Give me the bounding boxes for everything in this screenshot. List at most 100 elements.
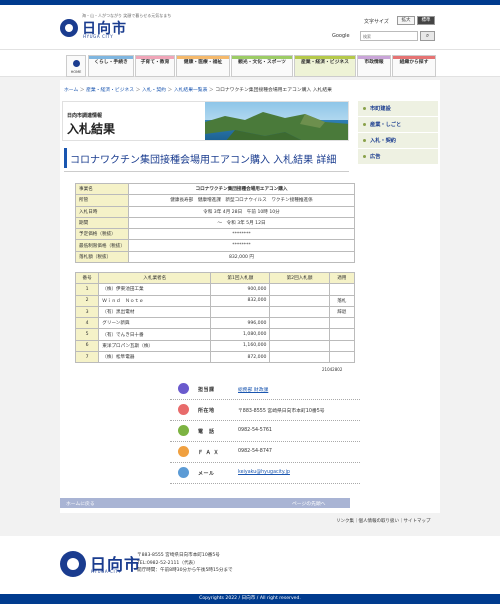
- table-cell-key: 落札額（税抜）: [75, 250, 129, 264]
- sidebar-item-kokoku[interactable]: 広告: [358, 149, 438, 165]
- title-accent-bar: [64, 148, 67, 168]
- breadcrumb-link[interactable]: 入札・契約: [142, 88, 166, 93]
- table-cell-key: 所管: [75, 194, 129, 207]
- font-size-standard-button[interactable]: 標準: [417, 16, 435, 25]
- nav-item-label: 組織から探す: [399, 60, 429, 65]
- sidebar-item-kensetsu[interactable]: 市町建設: [358, 101, 438, 117]
- nav-item-soshiki[interactable]: 組織から探す: [392, 55, 436, 77]
- page-banner: 日向市調達情報 入札結果: [62, 101, 349, 141]
- footer-info: 〒883-8555 宮崎県日向市本町10番5号 TEL:0982-52-2111…: [137, 552, 233, 575]
- column-header: 番号: [74, 271, 100, 285]
- search-button[interactable]: ⌕: [420, 31, 435, 41]
- sidebar-item-sangyo[interactable]: 産業・しごと: [358, 117, 438, 133]
- nav-home-label: HOME: [70, 70, 82, 74]
- bid-round2: [269, 317, 330, 330]
- nav-item-label: 子育て・教育: [140, 60, 170, 65]
- column-header: 第2回入札額: [269, 271, 330, 285]
- footer-tel: TEL:0982-52-2111（代表）: [137, 560, 198, 566]
- page-nav-bar: ホームに戻る ページの先頭へ: [60, 498, 350, 508]
- table-cell-key: 入札日時: [75, 205, 129, 218]
- bid-note: [328, 351, 356, 364]
- table-row: 7 （株）松隼電器 872,000: [74, 351, 356, 364]
- bid-round1: 1,080,000: [210, 328, 271, 341]
- nav-item-kosodate[interactable]: 子育て・教育: [135, 55, 175, 77]
- table-cell-key: 期間: [75, 216, 129, 230]
- nav-item-label: 観光・文化・スポーツ: [238, 60, 286, 65]
- table-cell-value: コロナワクチン集団接種会場用エアコン購入: [127, 182, 356, 196]
- nav-item-kanko[interactable]: 観光・文化・スポーツ: [231, 55, 293, 77]
- bid-round1: 832,000: [210, 294, 271, 307]
- home-icon: [73, 60, 80, 67]
- bid-round1: [210, 305, 271, 319]
- breadcrumb-link[interactable]: 産業・経済・ビジネス: [86, 88, 134, 93]
- main-content: ホーム ＞ 産業・経済・ビジネス ＞ 入札・契約 ＞ 入札結果一覧表 ＞ コロナ…: [60, 80, 440, 513]
- font-size-big-button[interactable]: 拡大: [397, 16, 415, 25]
- nav-item-label: 健康・医療・福祉: [183, 60, 223, 65]
- sidebar-item-nyusatsu[interactable]: 入札・契約: [358, 133, 438, 149]
- search-input[interactable]: [360, 31, 418, 41]
- summary-table: 事業名 コロナワクチン集団接種会場用エアコン購入 所管 健康長寿部 健康増進課 新型…: [75, 182, 356, 264]
- bid-number: 7: [74, 351, 100, 364]
- bid-round1: 996,000: [210, 317, 271, 330]
- footer-address: 〒883-8555 宮崎県日向市本町10番5号: [137, 553, 220, 558]
- bidder-name: グリーン新興: [98, 317, 212, 330]
- nav-color-bar: [136, 56, 174, 59]
- nav-item-label: くらし・手続き: [94, 60, 128, 65]
- table-cell-key: 予定価格（税抜）: [75, 228, 129, 241]
- nav-item-shisei[interactable]: 市政情報: [357, 55, 391, 77]
- nav-home[interactable]: HOME: [66, 55, 86, 77]
- site-header: 海・山・人がつながり 笑顔で暮らせる元気なまち 日向市 HYUGA CITY 文…: [0, 5, 500, 49]
- coastline-photo: [205, 102, 348, 140]
- bidder-name: 東洋プロパン瓦斯（株）: [98, 339, 212, 353]
- city-logo-icon[interactable]: [60, 19, 78, 37]
- global-nav: HOME くらし・手続き 子育て・教育 健康・医療・福祉 観光・文化・スポーツ …: [0, 49, 500, 77]
- bidder-name: Ｗｉｎｄ Ｎｏｔｅ: [98, 294, 212, 307]
- contact-row-email: メール keiyaku@hyugacity.jp: [170, 463, 360, 484]
- bid-note: 辞退: [328, 305, 356, 319]
- bid-note: 落札: [328, 294, 356, 307]
- table-row: 落札額（税抜） 832,000 円: [75, 250, 356, 264]
- contact-value: 〒883-8555 宮崎県日向市本町10番5号: [238, 409, 325, 414]
- person-icon: [178, 383, 189, 394]
- phone-icon: [178, 425, 189, 436]
- bid-number: 1: [74, 283, 100, 296]
- table-row: 4 グリーン新興 996,000: [74, 317, 356, 330]
- contact-label: Ｆ Ａ Ｘ: [198, 450, 219, 456]
- fax-icon: [178, 446, 189, 457]
- nav-color-bar: [177, 56, 229, 59]
- contact-label: メール: [198, 471, 215, 477]
- back-to-home-link[interactable]: ホームに戻る: [66, 500, 95, 507]
- nav-color-bar: [393, 56, 435, 59]
- breadcrumb-link[interactable]: ホーム: [64, 88, 78, 93]
- breadcrumb-separator: ＞: [165, 88, 174, 93]
- footer-logo-icon: [60, 551, 86, 577]
- table-cell-value: 令和 3年 4月 28日 午前 10時 10分: [127, 205, 356, 218]
- table-header-row: 番号 入札業者名 第1回入札額 第2回入札額 適用: [74, 271, 356, 285]
- contact-label: 電 話: [198, 429, 215, 435]
- table-row: 事業名 コロナワクチン集団接種会場用エアコン購入: [75, 182, 356, 196]
- breadcrumb-link[interactable]: 入札結果一覧表: [174, 88, 208, 93]
- nav-item-kurashi[interactable]: くらし・手続き: [88, 55, 134, 77]
- bid-round2: [269, 328, 330, 341]
- bid-round2: [269, 283, 330, 296]
- contact-row-department: 担当課 総務部 財政課: [170, 379, 360, 400]
- bid-number: 4: [74, 317, 100, 330]
- bid-results-table: 番号 入札業者名 第1回入札額 第2回入札額 適用 1 （株）伊東池田工業 900,…: [74, 271, 356, 364]
- site-logo-en: HYUGA CITY: [83, 34, 114, 39]
- nav-item-sangyo[interactable]: 産業・経済・ビジネス: [294, 55, 356, 77]
- department-link[interactable]: 総務部 財政課: [238, 386, 268, 393]
- back-to-top-link[interactable]: ページの先頭へ: [292, 500, 325, 507]
- banner-subtitle: 日向市調達情報: [67, 113, 103, 119]
- contact-info: 担当課 総務部 財政課 所在地 〒883-8555 宮崎県日向市本町10番5号 …: [170, 379, 360, 484]
- table-cell-key: 最低制限価格（税抜）: [75, 239, 129, 252]
- contact-value: 0982-54-5761: [238, 428, 272, 433]
- nav-item-kenko[interactable]: 健康・医療・福祉: [176, 55, 230, 77]
- footer-links[interactable]: リンク集｜個人情報の取り扱い｜サイトマップ: [336, 518, 431, 524]
- page-title: コロナワクチン集団接種会場用エアコン購入 入札結果 詳細: [70, 155, 337, 166]
- email-link[interactable]: keiyaku@hyugacity.jp: [238, 470, 290, 475]
- footer-hours: 開庁時間：午前8時30分から午後5時15分まで: [137, 568, 233, 573]
- bid-round2: [269, 351, 330, 364]
- search-label: Google: [332, 33, 350, 39]
- mail-icon: [178, 467, 189, 478]
- nav-color-bar: [89, 56, 133, 59]
